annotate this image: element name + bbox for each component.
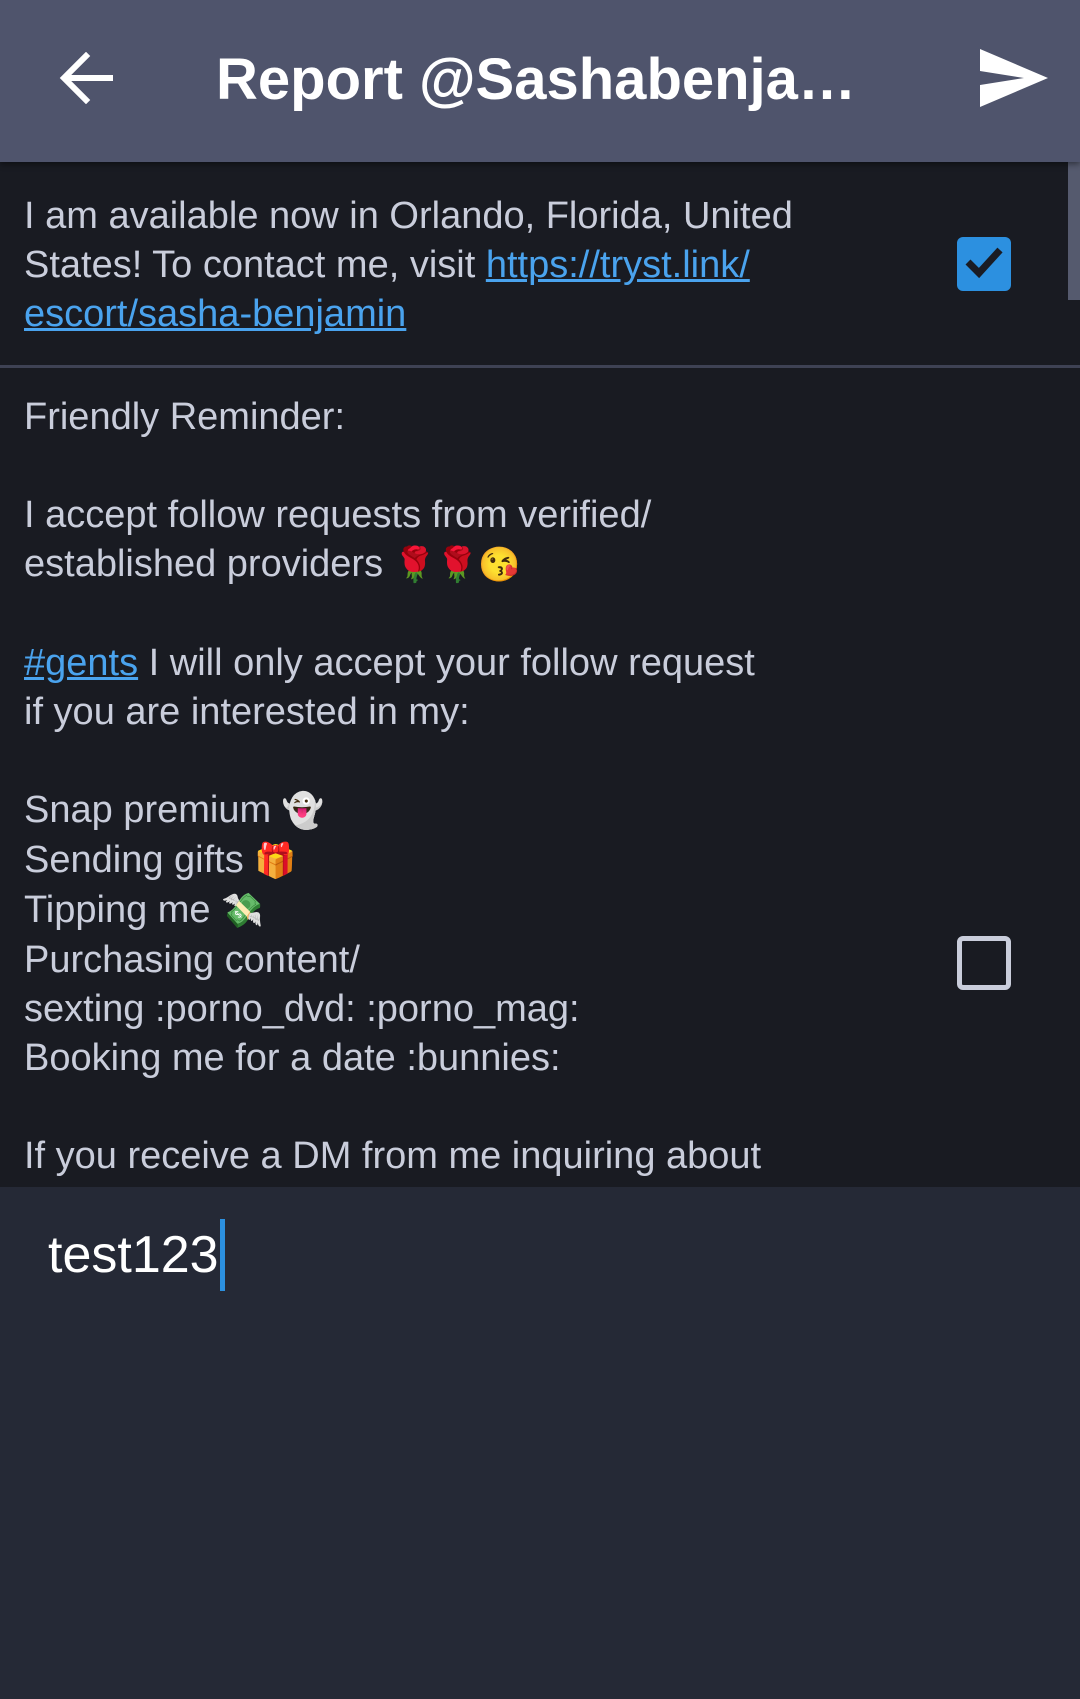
status-line: [24, 442, 884, 491]
status-line: [24, 737, 884, 786]
send-button[interactable]: [966, 36, 1062, 124]
status-line: Tipping me 💸: [24, 886, 884, 936]
status-line: Friendly Reminder:: [24, 393, 884, 442]
status-line: [24, 1083, 884, 1132]
status-line: escort/sasha-benjamin: [24, 290, 884, 339]
comment-value: test123: [48, 1226, 219, 1284]
status-text-span: Snap premium: [24, 789, 282, 831]
status-text-span: Purchasing content/: [24, 939, 360, 981]
status-line: I accept follow requests from verified/: [24, 491, 884, 540]
status-text-span: I will only accept your follow request: [138, 642, 755, 684]
status-text-span: I accept follow requests from verified/: [24, 494, 652, 536]
back-button[interactable]: [44, 38, 128, 122]
status-link[interactable]: escort/sasha-benjamin: [24, 293, 406, 335]
status-text-span: if you are interested in my:: [24, 691, 470, 733]
status-link[interactable]: https://tryst.link/: [486, 244, 750, 286]
status-list[interactable]: I am available now in Orlando, Florida, …: [0, 162, 1080, 1187]
status-item[interactable]: Friendly Reminder: I accept follow reques…: [0, 368, 1080, 1187]
status-text-span: established providers: [24, 543, 394, 585]
arrow-left-icon: [58, 51, 114, 108]
emoji: 🌹🌹😘: [393, 546, 521, 584]
status-line: [24, 590, 884, 639]
status-item[interactable]: I am available now in Orlando, Florida, …: [0, 162, 1080, 368]
status-text: I am available now in Orlando, Florida, …: [24, 192, 884, 339]
send-icon: [980, 49, 1048, 111]
status-line: States! To contact me, visit https://try…: [24, 241, 884, 290]
text-caret: [219, 1219, 225, 1291]
emoji: 💸: [221, 892, 264, 930]
status-line: Purchasing content/: [24, 936, 884, 985]
comment-input[interactable]: test123: [0, 1187, 1080, 1699]
status-text-span: Sending gifts: [24, 839, 255, 881]
status-text-span: States! To contact me, visit: [24, 244, 486, 286]
status-line: sexting :porno_dvd: :porno_mag:: [24, 985, 884, 1034]
status-text-span: Friendly Reminder:: [24, 396, 345, 438]
status-text-span: I am available now in Orlando, Florida, …: [24, 195, 793, 237]
status-line: Snap premium 👻: [24, 786, 884, 836]
status-line: I am available now in Orlando, Florida, …: [24, 192, 884, 241]
status-text-span: Tipping me: [24, 889, 222, 931]
status-line: #gents I will only accept your follow re…: [24, 639, 884, 688]
checkmark-icon: [964, 245, 1004, 283]
emoji: 👻: [281, 792, 325, 830]
status-line: if you are interested in my:: [24, 688, 884, 737]
page-title: Report @Sashabenjami…: [216, 47, 896, 112]
status-line: established providers 🌹🌹😘: [24, 540, 884, 590]
status-checkbox[interactable]: [957, 237, 1011, 291]
toolbar: Report @Sashabenjami…: [0, 0, 1080, 162]
status-line: Sending gifts 🎁: [24, 836, 884, 886]
status-text: Friendly Reminder: I accept follow reques…: [24, 393, 884, 1181]
status-checkbox[interactable]: [957, 936, 1011, 990]
status-line: Booking me for a date :bunnies:: [24, 1034, 884, 1083]
emoji: 🎁: [254, 842, 297, 880]
status-text-span: If you receive a DM from me inquiring ab…: [24, 1135, 762, 1177]
status-text-span: sexting :porno_dvd: :porno_mag:: [24, 988, 580, 1030]
status-link[interactable]: #gents: [24, 642, 138, 684]
report-screen: Report @Sashabenjami… I am available now…: [0, 0, 1080, 1699]
status-line: If you receive a DM from me inquiring ab…: [24, 1132, 884, 1181]
status-text-span: Booking me for a date :bunnies:: [24, 1037, 561, 1079]
